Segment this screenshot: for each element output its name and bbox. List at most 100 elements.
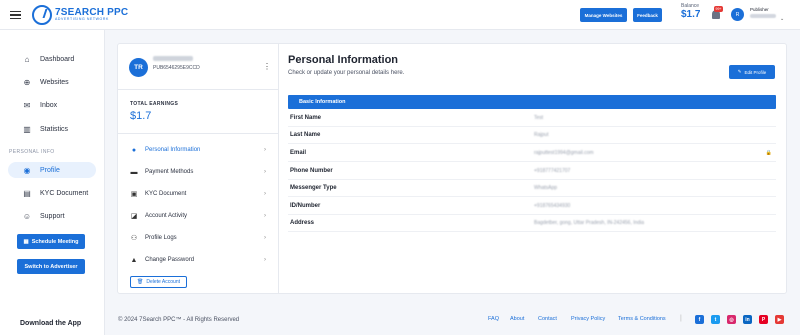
sidebar: ⌂ Dashboard ⊕ Websites ✉ Inbox ▥ Statist… (0, 30, 105, 335)
logo[interactable]: 7SEARCH PPC ADVERTISING NETWORK (32, 5, 128, 25)
chevron-right-icon: › (264, 235, 266, 241)
sidebar-item-label: KYC Document (40, 189, 89, 197)
edit-profile-button[interactable]: ✎ Edit Profile (729, 65, 775, 79)
field-row-id-number: ID/Number +918765434930 (288, 198, 776, 215)
divider (118, 89, 278, 90)
sidebar-item-label: Dashboard (40, 55, 75, 63)
menu-kyc-document[interactable]: ▣ KYC Document › (118, 186, 278, 202)
menu-personal-information[interactable]: ● Personal Information › (118, 142, 278, 158)
sidebar-item-label: Websites (40, 78, 69, 86)
field-value: WhatsApp (534, 185, 558, 191)
field-label: Messenger Type (290, 185, 337, 191)
total-earnings-label: TOTAL EARNINGS (130, 101, 179, 107)
basic-information-header: Basic Information (288, 95, 776, 109)
user-name-redacted (750, 14, 776, 18)
field-row-address: Address Bagdetber, gong, Uttar Pradesh, … (288, 215, 776, 232)
role-label: Publisher (750, 7, 769, 12)
sidebar-item-websites[interactable]: ⊕ Websites (8, 74, 96, 90)
more-options-icon[interactable]: ⋮ (263, 62, 271, 71)
menu-account-activity[interactable]: ◪ Account Activity › (118, 208, 278, 224)
notification-badge: 99+ (714, 6, 723, 12)
sidebar-item-statistics[interactable]: ▥ Statistics (8, 121, 96, 137)
footer-link-faq[interactable]: FAQ (488, 316, 499, 322)
field-value: rajputtest1994@gmail.com (534, 150, 594, 156)
footer-link-terms[interactable]: Terms & Conditions (618, 316, 666, 322)
switch-to-advertiser-button[interactable]: Switch to Advertiser (17, 259, 85, 274)
page-title: Personal Information (288, 54, 399, 66)
calendar-icon: ▦ (23, 238, 29, 245)
document-icon: ▤ (23, 188, 31, 198)
field-row-messenger-type: Messenger Type WhatsApp (288, 180, 776, 197)
menu-profile-logs[interactable]: ⚇ Profile Logs › (118, 230, 278, 246)
schedule-meeting-label: Schedule Meeting (31, 238, 79, 245)
sidebar-item-kyc-document[interactable]: ▤ KYC Document (8, 185, 96, 201)
delete-account-label: Delete Account (146, 279, 180, 285)
sidebar-item-inbox[interactable]: ✉ Inbox (8, 97, 96, 113)
sidebar-item-label: Profile (40, 166, 60, 174)
youtube-icon[interactable]: ▶ (775, 315, 784, 324)
delete-account-button[interactable]: 🗑 Delete Account (130, 276, 187, 288)
field-value: Test (534, 115, 544, 121)
manage-websites-button[interactable]: Manage Websites (580, 8, 627, 22)
logo-mark-icon (32, 5, 52, 25)
field-value: Rajput (534, 132, 549, 138)
field-row-first-name: First Name Test (288, 110, 776, 127)
profile-user-id: PUB6546295E9CCD (153, 65, 200, 71)
chevron-down-icon[interactable]: ⌄ (780, 16, 784, 22)
menu-label: Account Activity (145, 213, 188, 219)
total-earnings-value: $1.7 (130, 110, 152, 122)
user-circle-icon: ◉ (23, 165, 31, 175)
home-icon: ⌂ (24, 54, 30, 64)
globe-icon: ⊕ (23, 77, 31, 87)
balance: Balance $1.7 (681, 4, 700, 20)
divider (118, 133, 278, 134)
field-value: +918777421707 (534, 168, 571, 174)
section-label: PERSONAL INFO (9, 149, 55, 155)
sidebar-item-support[interactable]: ☺ Support (8, 208, 96, 224)
footer-link-privacy-policy[interactable]: Privacy Policy (571, 316, 605, 322)
menu-label: Change Password (145, 257, 195, 263)
users-icon: ⚇ (130, 235, 138, 242)
linkedin-icon[interactable]: in (743, 315, 752, 324)
card-icon: ▬ (130, 168, 138, 176)
field-label: Address (290, 220, 315, 226)
inbox-icon: ✉ (23, 100, 31, 110)
facebook-icon[interactable]: f (695, 315, 704, 324)
menu-payment-methods[interactable]: ▬ Payment Methods › (118, 164, 278, 180)
feedback-button[interactable]: Feedback (633, 8, 662, 22)
profile-left-panel: TR PUB6546295E9CCD ⋮ TOTAL EARNINGS $1.7… (118, 44, 279, 293)
profile-card: TR PUB6546295E9CCD ⋮ TOTAL EARNINGS $1.7… (117, 43, 787, 294)
twitter-icon[interactable]: t (711, 315, 720, 324)
top-bar: 7SEARCH PPC ADVERTISING NETWORK Manage W… (0, 0, 800, 30)
sidebar-item-profile[interactable]: ◉ Profile (8, 162, 96, 178)
field-row-email: Email rajputtest1994@gmail.com 🔒 (288, 145, 776, 162)
profile-name-redacted (153, 56, 193, 61)
divider: | (680, 315, 682, 322)
avatar[interactable]: R (731, 8, 744, 21)
field-value: Bagdetber, gong, Uttar Pradesh, IN-24245… (534, 220, 645, 226)
schedule-meeting-button[interactable]: ▦ Schedule Meeting (17, 234, 85, 249)
support-icon: ☺ (22, 211, 32, 221)
id-card-icon: ▣ (130, 191, 138, 198)
page-subtitle: Check or update your personal details he… (288, 70, 405, 76)
footer-link-contact[interactable]: Contact (538, 316, 557, 322)
footer: © 2024 7Search PPC™ - All Rights Reserve… (105, 300, 800, 335)
menu-label: KYC Document (145, 191, 187, 197)
copyright: © 2024 7Search PPC™ - All Rights Reserve… (118, 317, 240, 323)
field-value: +918765434930 (534, 203, 571, 209)
field-row-phone-number: Phone Number +918777421707 (288, 163, 776, 180)
footer-link-about[interactable]: About (510, 316, 524, 322)
statistics-icon: ▥ (23, 124, 31, 134)
menu-change-password[interactable]: ▲ Change Password › (118, 252, 278, 268)
field-label: Last Name (290, 132, 321, 138)
sidebar-item-dashboard[interactable]: ⌂ Dashboard (8, 51, 96, 67)
pinterest-icon[interactable]: P (759, 315, 768, 324)
edit-profile-label: Edit Profile (744, 69, 767, 75)
balance-value: $1.7 (681, 9, 701, 20)
menu-icon[interactable] (10, 11, 21, 19)
instagram-icon[interactable]: ◎ (727, 315, 736, 324)
profile-avatar: TR (129, 58, 148, 77)
field-row-last-name: Last Name Rajput (288, 127, 776, 144)
chevron-right-icon: › (264, 169, 266, 175)
activity-icon: ◪ (130, 213, 138, 220)
